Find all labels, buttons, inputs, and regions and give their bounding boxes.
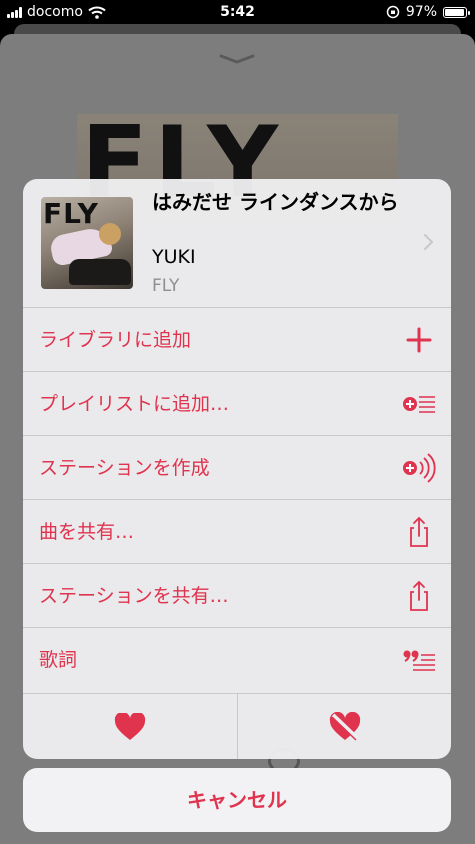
menu-item-label: 曲を共有… bbox=[39, 521, 135, 543]
dismiss-chevron-icon bbox=[219, 54, 255, 64]
battery-fill bbox=[445, 8, 465, 16]
status-right: 97% bbox=[386, 4, 470, 20]
menu-item-add-to-library[interactable]: ライブラリに追加 bbox=[23, 307, 451, 371]
create-station-icon bbox=[403, 453, 436, 483]
orientation-lock-icon bbox=[386, 5, 400, 19]
lyrics-icon bbox=[403, 650, 435, 671]
action-sheet: FLY はみだせ ラインダンスから YUKI FLY ライブラリに追加 プレイリ… bbox=[23, 179, 451, 759]
menu-item-label: ステーションを作成 bbox=[39, 457, 210, 479]
plus-icon bbox=[406, 327, 432, 353]
dislike-heart-icon bbox=[329, 712, 360, 741]
menu-item-label: ライブラリに追加 bbox=[39, 329, 192, 351]
menu-item-add-to-playlist[interactable]: プレイリストに追加… bbox=[23, 371, 451, 435]
cancel-button[interactable]: キャンセル bbox=[23, 768, 451, 832]
song-header[interactable]: FLY はみだせ ラインダンスから YUKI FLY bbox=[23, 179, 451, 307]
album-art-text: FLY bbox=[43, 197, 99, 230]
song-artist: YUKI bbox=[152, 246, 196, 268]
add-to-playlist-icon bbox=[403, 396, 435, 413]
menu-item-lyrics[interactable]: 歌詞 bbox=[23, 627, 451, 691]
menu-item-label: 歌詞 bbox=[39, 649, 78, 671]
menu-item-label: ステーションを共有… bbox=[39, 585, 229, 607]
album-art: FLY bbox=[41, 197, 133, 289]
chevron-right-icon bbox=[424, 234, 434, 250]
menu-item-share-station[interactable]: ステーションを共有… bbox=[23, 563, 451, 627]
share-icon bbox=[410, 580, 428, 611]
dislike-button[interactable] bbox=[237, 694, 451, 759]
heart-icon bbox=[114, 713, 146, 740]
love-button[interactable] bbox=[23, 694, 237, 759]
song-album: FLY bbox=[152, 276, 180, 296]
menu-item-create-station[interactable]: ステーションを作成 bbox=[23, 435, 451, 499]
battery-icon bbox=[443, 6, 470, 18]
menu-item-share-song[interactable]: 曲を共有… bbox=[23, 499, 451, 563]
battery-percent: 97% bbox=[405, 4, 437, 20]
share-icon bbox=[410, 516, 428, 547]
rating-row bbox=[23, 693, 451, 759]
status-bar: docomo 5:42 97% bbox=[0, 0, 475, 24]
song-title: はみだせ ラインダンスから bbox=[152, 190, 399, 214]
menu-item-label: プレイリストに追加… bbox=[39, 393, 230, 415]
